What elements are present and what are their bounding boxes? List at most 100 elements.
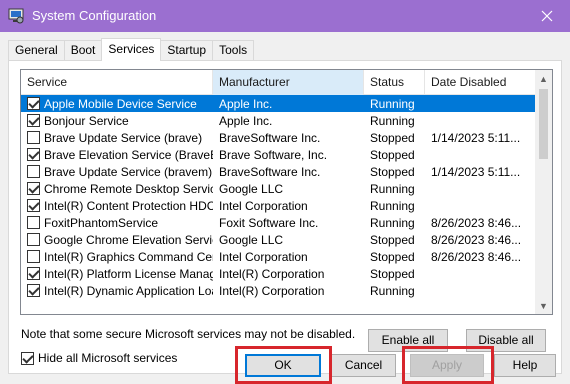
date-disabled-cell: 8/26/2023 8:46... [431, 249, 522, 264]
scroll-down-icon[interactable]: ▼ [535, 297, 552, 314]
enable-all-button[interactable]: Enable all [368, 329, 448, 352]
services-list[interactable]: Service Manufacturer Status Date Disable… [20, 69, 553, 315]
cancel-button[interactable]: Cancel [331, 354, 396, 377]
tab-boot[interactable]: Boot [63, 40, 103, 61]
scroll-up-icon[interactable]: ▲ [535, 70, 552, 87]
manufacturer-cell: Intel(R) Corporation [219, 283, 325, 298]
tab-tools[interactable]: Tools [212, 40, 255, 61]
table-row[interactable]: Brave Elevation Service (BraveEl... Brave… [21, 146, 537, 163]
status-cell: Stopped [370, 266, 415, 281]
service-name: Brave Elevation Service (BraveEl... [44, 147, 213, 162]
column-header-status[interactable]: Status [364, 70, 425, 95]
service-cell: Brave Elevation Service (BraveEl... [21, 148, 213, 162]
hide-microsoft-services-checkbox[interactable] [21, 351, 34, 365]
manufacturer-cell: Intel Corporation [219, 249, 308, 264]
service-name: Bonjour Service [44, 113, 129, 128]
window-body: General Boot Services Startup Tools Serv… [0, 32, 570, 384]
services-panel: Service Manufacturer Status Date Disable… [8, 60, 562, 374]
service-name: Intel(R) Content Protection HDC... [44, 198, 213, 213]
table-row[interactable]: Intel(R) Dynamic Application Loa... Intel… [21, 282, 537, 299]
title-bar: System Configuration [0, 0, 570, 32]
service-checkbox[interactable] [27, 148, 40, 161]
service-cell: Intel(R) Dynamic Application Loa... [21, 284, 213, 298]
service-cell: Brave Update Service (bravem) [21, 165, 213, 179]
apply-button[interactable]: Apply [410, 354, 484, 377]
date-disabled-cell: 8/26/2023 8:46... [431, 215, 522, 230]
manufacturer-cell: Intel(R) Corporation [219, 266, 325, 281]
service-cell: Brave Update Service (brave) [21, 131, 213, 145]
status-cell: Stopped [370, 164, 415, 179]
ok-button[interactable]: OK [245, 354, 321, 377]
column-header-manufacturer[interactable]: Manufacturer [213, 70, 364, 95]
service-checkbox[interactable] [27, 250, 40, 263]
table-row[interactable]: Bonjour Service Apple Inc. Running [21, 112, 537, 129]
table-row[interactable]: Intel(R) Content Protection HDC... Intel … [21, 197, 537, 214]
status-cell: Running [370, 181, 415, 196]
table-row[interactable]: Apple Mobile Device Service Apple Inc. Run… [21, 95, 537, 112]
scroll-thumb[interactable] [539, 89, 548, 159]
hide-microsoft-services[interactable]: Hide all Microsoft services [21, 351, 177, 365]
date-disabled-cell: 1/14/2023 5:11... [431, 164, 521, 179]
service-cell: Google Chrome Elevation Servic... [21, 233, 213, 247]
manufacturer-cell: Foxit Software Inc. [219, 215, 319, 230]
column-header-date-disabled[interactable]: Date Disabled [425, 70, 537, 95]
service-name: Chrome Remote Desktop Service [44, 181, 213, 196]
service-checkbox[interactable] [27, 267, 40, 280]
status-cell: Stopped [370, 249, 415, 264]
close-icon [541, 10, 553, 22]
service-checkbox[interactable] [27, 114, 40, 127]
tab-startup[interactable]: Startup [160, 40, 214, 61]
status-cell: Running [370, 113, 415, 128]
date-disabled-cell: 1/14/2023 5:11... [431, 130, 521, 145]
service-checkbox[interactable] [27, 284, 40, 297]
service-checkbox[interactable] [27, 182, 40, 195]
hide-microsoft-services-label: Hide all Microsoft services [38, 351, 178, 365]
service-cell: Intel(R) Content Protection HDC... [21, 199, 213, 213]
status-cell: Running [370, 96, 415, 111]
tab-services[interactable]: Services [101, 38, 162, 61]
status-cell: Running [370, 283, 415, 298]
tab-general[interactable]: General [8, 40, 65, 61]
table-row[interactable]: Brave Update Service (bravem) BraveSoftwa… [21, 163, 537, 180]
tab-strip: General Boot Services Startup Tools [8, 38, 255, 61]
service-cell: Intel(R) Graphics Command Cen... [21, 250, 213, 264]
manufacturer-cell: Google LLC [219, 181, 284, 196]
status-cell: Running [370, 215, 415, 230]
close-button[interactable] [524, 0, 570, 32]
manufacturer-cell: Apple Inc. [219, 113, 273, 128]
help-button[interactable]: Help [494, 354, 556, 377]
table-row[interactable]: Intel(R) Platform License Manag... Intel(… [21, 265, 537, 282]
manufacturer-cell: BraveSoftware Inc. [219, 130, 321, 145]
manufacturer-cell: Brave Software, Inc. [219, 147, 328, 162]
table-row[interactable]: Chrome Remote Desktop Service Google LLC R… [21, 180, 537, 197]
status-cell: Stopped [370, 232, 415, 247]
service-name: FoxitPhantomService [44, 215, 159, 230]
service-checkbox[interactable] [27, 97, 40, 110]
service-cell: Apple Mobile Device Service [21, 96, 213, 111]
status-cell: Stopped [370, 147, 415, 162]
table-row[interactable]: FoxitPhantomService Foxit Software Inc. Ru… [21, 214, 537, 231]
status-cell: Stopped [370, 130, 415, 145]
date-disabled-cell: 8/26/2023 8:46... [431, 232, 522, 247]
vertical-scrollbar[interactable]: ▲ ▼ [535, 70, 552, 314]
manufacturer-cell: Google LLC [219, 232, 284, 247]
system-configuration-icon [8, 8, 24, 24]
service-name: Brave Update Service (bravem) [44, 164, 213, 179]
service-checkbox[interactable] [27, 131, 40, 144]
service-rows: Apple Mobile Device Service Apple Inc. Run… [21, 95, 537, 299]
table-row[interactable]: Intel(R) Graphics Command Cen... Intel Co… [21, 248, 537, 265]
table-row[interactable]: Brave Update Service (brave) BraveSoftwar… [21, 129, 537, 146]
service-cell: Chrome Remote Desktop Service [21, 182, 213, 196]
disable-all-button[interactable]: Disable all [466, 329, 546, 352]
manufacturer-cell: Intel Corporation [219, 198, 308, 213]
service-name: Brave Update Service (brave) [44, 130, 203, 145]
service-checkbox[interactable] [27, 165, 40, 178]
service-checkbox[interactable] [27, 199, 40, 212]
column-header-service[interactable]: Service [21, 70, 213, 95]
list-header: Service Manufacturer Status Date Disable… [21, 70, 537, 95]
table-row[interactable]: Google Chrome Elevation Servic... Google … [21, 231, 537, 248]
service-checkbox[interactable] [27, 233, 40, 246]
service-cell: Intel(R) Platform License Manag... [21, 267, 213, 281]
service-checkbox[interactable] [27, 216, 40, 229]
service-name: Google Chrome Elevation Servic... [44, 232, 213, 247]
